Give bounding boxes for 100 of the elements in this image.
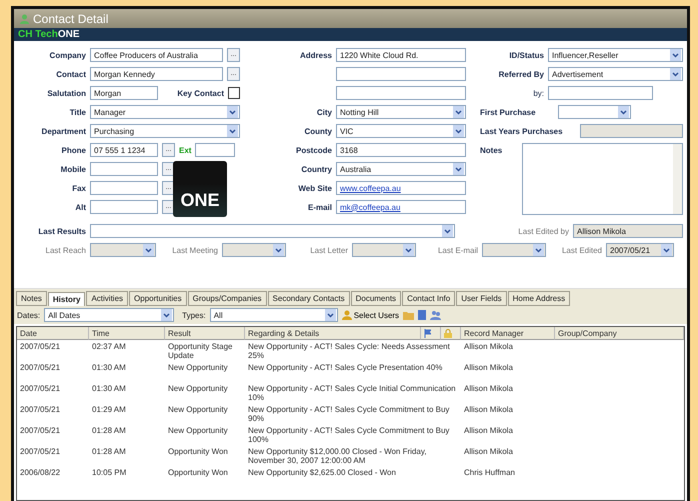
- table-cell-text: 01:30 AM: [91, 383, 127, 395]
- dropdown-field[interactable]: All: [210, 308, 338, 322]
- table-cell-text: 10:05 PM: [91, 467, 128, 479]
- tab[interactable]: Activities: [86, 291, 128, 306]
- tab[interactable]: Documents: [350, 291, 402, 306]
- table-cell-text: 2007/05/21: [19, 425, 62, 437]
- table-cell-text: New Opportunity $2,625.00 Closed - Won: [247, 467, 397, 479]
- field-label: Contact: [55, 70, 86, 78]
- dropdown-icon[interactable]: [143, 244, 154, 256]
- column-header[interactable]: Time: [89, 327, 165, 340]
- table-cell-text: New Opportunity $12,000.00 Closed - Won Friday, November 30, 2007 12:00:00 AM: [247, 446, 428, 466]
- text-field[interactable]: [195, 143, 236, 157]
- table-cell-text: Allison Mikola: [463, 383, 514, 395]
- text-field[interactable]: [90, 200, 158, 214]
- table-cell-text: 2007/05/21: [19, 446, 62, 458]
- checkbox[interactable]: [228, 87, 240, 99]
- table-cell-text: 2007/05/21: [19, 341, 62, 353]
- dropdown-icon[interactable]: [453, 125, 464, 137]
- dropdown-field[interactable]: Influencer,Reseller: [548, 48, 683, 62]
- dropdown-field[interactable]: Advertisement: [548, 67, 683, 81]
- field-label: Web Site: [297, 184, 332, 192]
- dropdown-field[interactable]: [90, 243, 156, 257]
- tab[interactable]: User Fields: [456, 291, 507, 306]
- dropdown-icon[interactable]: [670, 49, 681, 61]
- dropdown-icon[interactable]: [273, 244, 284, 256]
- tab[interactable]: Opportunities: [129, 291, 187, 306]
- product-logo: ONE: [173, 161, 227, 217]
- tab[interactable]: Secondary Contacts: [268, 291, 350, 306]
- dropdown-icon[interactable]: [661, 244, 672, 256]
- dropdown-icon[interactable]: [533, 244, 544, 256]
- field-label: Dates:: [17, 310, 40, 320]
- text-field[interactable]: Morgan: [90, 86, 158, 100]
- field-label: Last Edited: [560, 246, 602, 254]
- field-label: County: [303, 126, 332, 136]
- dropdown-icon[interactable]: [161, 309, 172, 321]
- dropdown-field[interactable]: Notting Hill: [336, 105, 466, 119]
- text-field[interactable]: Allison Mikola: [573, 224, 683, 238]
- column-header[interactable]: Record Manager: [461, 327, 555, 340]
- text-field[interactable]: 07 555 1 1234: [90, 143, 158, 157]
- tab[interactable]: Notes: [16, 291, 47, 306]
- text-field[interactable]: 3168: [336, 143, 466, 157]
- text-field[interactable]: 1220 White Cloud Rd.: [336, 48, 466, 62]
- dropdown-icon[interactable]: [670, 68, 681, 80]
- table-cell-text: Allison Mikola: [463, 446, 514, 458]
- dropdown-icon[interactable]: [453, 163, 464, 175]
- person-icon: [20, 14, 29, 24]
- link-field[interactable]: www.coffeepa.au: [336, 181, 466, 195]
- field-label: Department: [40, 126, 86, 136]
- dropdown-field[interactable]: 2007/05/21: [606, 243, 674, 257]
- dropdown-field[interactable]: [90, 224, 455, 238]
- field-label: Mobile: [60, 164, 86, 174]
- dropdown-field[interactable]: Purchasing: [90, 124, 240, 138]
- dropdown-field[interactable]: [352, 243, 416, 257]
- field-label: Postcode: [294, 146, 332, 154]
- field-label: Referred By: [498, 70, 544, 78]
- text-field[interactable]: [336, 67, 466, 81]
- dropdown-icon[interactable]: [453, 106, 464, 118]
- dropdown-icon[interactable]: [403, 244, 414, 256]
- column-header[interactable]: Regarding & Details: [245, 327, 421, 340]
- column-header[interactable]: Group/Company: [555, 327, 684, 340]
- dropdown-field[interactable]: [482, 243, 546, 257]
- window-title: Contact Detail: [33, 12, 108, 26]
- dropdown-field[interactable]: [222, 243, 286, 257]
- dropdown-field[interactable]: Manager: [90, 105, 240, 119]
- table-cell-text: Chris Huffman: [463, 467, 516, 479]
- table-cell-text: New Opportunity: [167, 404, 229, 416]
- dropdown-field[interactable]: VIC: [336, 124, 466, 138]
- document-icon[interactable]: [418, 310, 426, 320]
- users-icon[interactable]: [430, 310, 442, 320]
- tab[interactable]: Groups/Companies: [188, 291, 267, 306]
- dropdown-icon[interactable]: [227, 106, 238, 118]
- table-cell-text: 01:30 AM: [91, 362, 127, 374]
- text-field[interactable]: [548, 86, 653, 100]
- text-field[interactable]: [336, 86, 466, 100]
- table-cell-text: Opportunity Won: [167, 467, 229, 479]
- text-field[interactable]: Morgan Kennedy: [90, 67, 223, 81]
- link-field[interactable]: mk@coffeepa.au: [336, 200, 466, 214]
- column-header[interactable]: Result: [165, 327, 245, 340]
- dropdown-field[interactable]: Australia: [336, 162, 466, 176]
- dropdown-icon[interactable]: [324, 309, 336, 321]
- field-label: by:: [532, 88, 544, 98]
- dropdown-icon[interactable]: [442, 225, 453, 237]
- select-users-button[interactable]: Select Users: [342, 310, 400, 320]
- dropdown-field[interactable]: All Dates: [44, 308, 174, 322]
- tab[interactable]: Home Address: [508, 291, 570, 306]
- tab[interactable]: Contact Info: [402, 291, 456, 306]
- table-cell-text: 2006/08/22: [19, 467, 62, 479]
- field-label: Company: [48, 50, 86, 60]
- notes-field[interactable]: [522, 143, 683, 215]
- dropdown-icon[interactable]: [618, 106, 629, 118]
- table-cell-text: Opportunity Stage Update: [167, 341, 234, 361]
- text-field[interactable]: Coffee Producers of Australia: [90, 48, 223, 62]
- text-field[interactable]: [580, 124, 683, 138]
- tab[interactable]: History: [48, 292, 86, 306]
- column-header[interactable]: Date: [17, 327, 89, 340]
- text-field[interactable]: [90, 181, 158, 195]
- dropdown-field[interactable]: [558, 105, 631, 119]
- dropdown-icon[interactable]: [227, 125, 238, 137]
- text-field[interactable]: [90, 162, 158, 176]
- field-label: Notes: [479, 146, 504, 154]
